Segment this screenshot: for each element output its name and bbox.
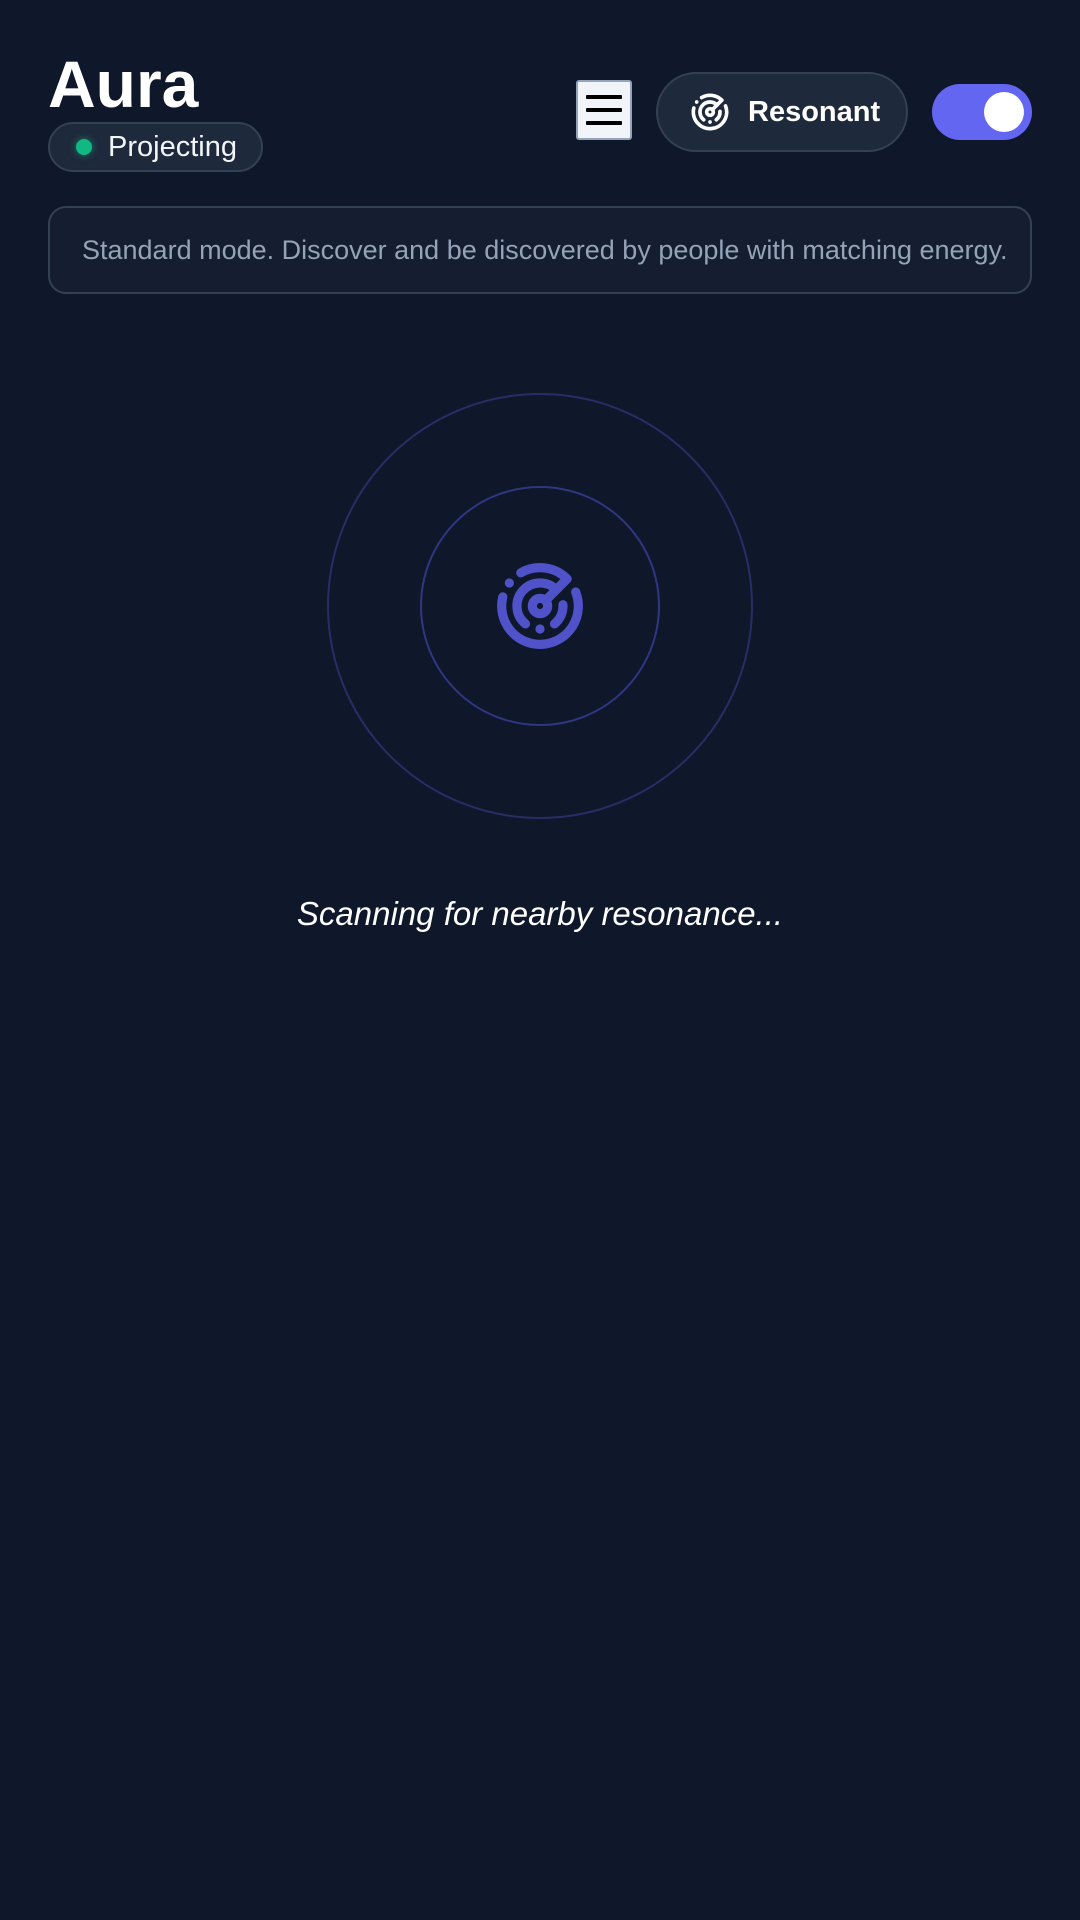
- header: Aura Projecting Resonant: [48, 48, 1032, 178]
- projecting-toggle[interactable]: [932, 84, 1032, 140]
- status-badge: Projecting: [48, 122, 263, 172]
- hamburger-bar: [586, 108, 622, 112]
- app-screen: Aura Projecting Resonant Standard mode. …: [0, 0, 1080, 1920]
- scan-status-text: Scanning for nearby resonance...: [296, 895, 784, 932]
- hamburger-menu-icon: [586, 95, 622, 99]
- mode-button-resonant[interactable]: Resonant: [656, 72, 908, 152]
- app-title: Aura: [48, 47, 199, 121]
- hamburger-bar: [586, 121, 622, 125]
- status-label: Projecting: [108, 130, 237, 163]
- radar-icon: [494, 560, 586, 652]
- radar-icon: [690, 92, 730, 132]
- menu-button[interactable]: [576, 80, 632, 140]
- radar-scanner: [327, 393, 753, 819]
- status-indicator-dot: [76, 139, 92, 155]
- mode-button-label: Resonant: [748, 95, 881, 128]
- toggle-knob: [984, 92, 1024, 132]
- mode-description-box: Standard mode. Discover and be discovere…: [48, 206, 1032, 294]
- mode-description-text: Standard mode. Discover and be discovere…: [82, 234, 1008, 265]
